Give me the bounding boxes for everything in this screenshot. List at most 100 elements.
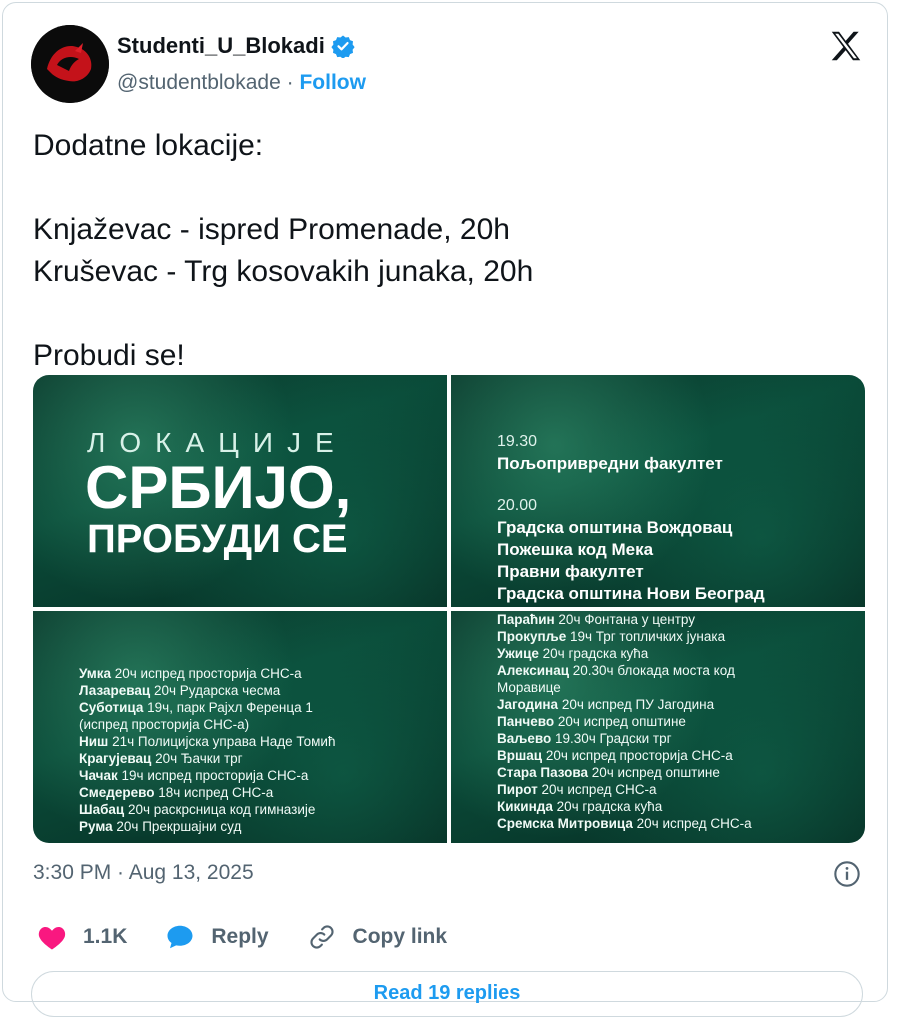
city-details: 20ч раскрсница код гимназије	[124, 802, 316, 817]
city-entry: Чачак 19ч испред просторија СНС-а	[79, 767, 335, 784]
city-details: 19ч испред просторија СНС-а	[117, 768, 309, 783]
location-block-2000: 20.00 Градска општина Вождовац Пожешка к…	[497, 495, 765, 605]
city-name: Панчево	[497, 714, 555, 729]
city-entry: (испред просторија СНС-а)	[79, 716, 335, 733]
city-details: 20ч испред СНС-а	[537, 782, 657, 797]
city-details: 20.30ч блокада моста код	[569, 663, 735, 678]
read-replies-button[interactable]: Read 19 replies	[31, 971, 863, 1017]
city-name: Јагодина	[497, 697, 559, 712]
city-details: 18ч испред СНС-а	[154, 785, 274, 800]
city-entry: Пирот 20ч испред СНС-а	[497, 781, 752, 798]
city-entry: Рума 20ч Прекршајни суд	[79, 818, 335, 835]
city-entry: Прокупље 19ч Трг топличких јунака	[497, 628, 752, 645]
city-details: 20ч Ђачки трг	[151, 751, 243, 766]
x-logo-icon[interactable]	[827, 27, 865, 65]
tweet-timestamp[interactable]: 3:30 PM · Aug 13, 2025	[33, 861, 254, 885]
poster-title-second-line: ПРОБУДИ СЕ	[87, 517, 348, 561]
city-entry: Панчево 20ч испред општине	[497, 713, 752, 730]
tweet-card: Studenti_U_Blokadi @studentblokade · Fol…	[2, 2, 888, 1017]
city-entry: Стара Пазова 20ч испред општине	[497, 764, 752, 781]
reply-label: Reply	[211, 925, 269, 948]
location-block-1930: 19.30 Пољопривредни факултет	[497, 431, 723, 475]
poster-title: СРБИЈО,	[85, 454, 352, 521]
city-entry: Алексинац 20.30ч блокада моста код	[497, 662, 752, 679]
city-entry: Вршац 20ч испред просторија СНС-а	[497, 747, 752, 764]
city-name: Вршац	[497, 748, 543, 763]
city-name: Лазаревац	[79, 683, 151, 698]
heart-icon	[38, 927, 66, 950]
handle-row: @studentblokade · Follow	[117, 71, 366, 95]
city-entry: Моравице	[497, 679, 752, 696]
city-name: Прокупље	[497, 629, 567, 644]
follow-button[interactable]: Follow	[299, 71, 366, 94]
city-details: Моравице	[497, 680, 561, 695]
author-handle[interactable]: @studentblokade	[117, 71, 281, 94]
city-name: Ужице	[497, 646, 539, 661]
city-name: Сремска Митровица	[497, 816, 633, 831]
time-label: 19.30	[497, 433, 538, 450]
action-bar: 1.1K Reply Copy link	[37, 923, 485, 951]
city-entry: Кикинда 20ч градска кућа	[497, 798, 752, 815]
city-name: Стара Пазова	[497, 765, 588, 780]
city-entry: Сремска Митровица 20ч испред СНС-а	[497, 815, 752, 832]
cities-list: Умка 20ч испред просторија СНС-а Лазарева…	[79, 665, 335, 835]
city-details: 20ч Рударска чесма	[150, 683, 281, 698]
city-name: Алексинац	[497, 663, 570, 678]
city-entry: Шабац 20ч раскрсница код гимназије	[79, 801, 335, 818]
reply-button[interactable]: Reply	[165, 923, 269, 951]
tweet-text: Dodatne lokacije: Knjaževac - ispred Pro…	[33, 129, 534, 372]
city-name: Пирот	[497, 782, 538, 797]
media-image-title[interactable]: ЛОКАЦИЈЕ СРБИЈО, ПРОБУДИ СЕ	[33, 375, 447, 607]
city-entry: Умка 20ч испред просторија СНС-а	[79, 665, 335, 682]
separator-dot: ·	[286, 71, 294, 94]
city-details: 20ч градска кућа	[552, 799, 663, 814]
city-details: 20ч градска кућа	[538, 646, 649, 661]
city-details: 20ч испред просторија СНС-а	[542, 748, 733, 763]
media-grid[interactable]: ЛОКАЦИЈЕ СРБИЈО, ПРОБУДИ СЕ 19.30 Пољопр…	[33, 375, 865, 843]
avatar-logo-icon	[31, 25, 109, 103]
city-details: 19.30ч Градски трг	[551, 731, 672, 746]
city-entry: Ужице 20ч градска кућа	[497, 645, 752, 662]
media-image-cities-list-1[interactable]: Умка 20ч испред просторија СНС-а Лазарева…	[33, 611, 447, 843]
city-entry: Ниш 21ч Полицијска управа Наде Томић	[79, 733, 335, 750]
city-entry: Смедерево 18ч испред СНС-а	[79, 784, 335, 801]
link-icon	[309, 925, 334, 949]
city-details: (испред просторија СНС-а)	[79, 717, 250, 732]
location-line: Градска општина Вождовац	[497, 518, 733, 537]
city-name: Шабац	[79, 802, 125, 817]
city-name: Рума	[79, 819, 113, 834]
city-name: Параћин	[497, 612, 555, 627]
location-line: Пољопривредни факултет	[497, 454, 723, 473]
avatar[interactable]	[31, 25, 109, 103]
city-details: 20ч Фонтана у центру	[554, 612, 696, 627]
city-entry: Крагујевац 20ч Ђачки трг	[79, 750, 335, 767]
author-name[interactable]: Studenti_U_Blokadi	[117, 33, 325, 59]
time-label: 20.00	[497, 497, 538, 514]
city-details: 20ч испред просторија СНС-а	[110, 666, 302, 681]
copy-link-button[interactable]: Copy link	[307, 923, 448, 951]
media-image-cities-list-2[interactable]: Параћин 20ч Фонтана у центру Прокупље 19ч…	[451, 611, 865, 843]
city-entry: Лазаревац 20ч Рударска чесма	[79, 682, 335, 699]
cities-list: Параћин 20ч Фонтана у центру Прокупље 19ч…	[497, 611, 752, 832]
city-details: 20ч Прекршајни суд	[112, 819, 242, 834]
copy-link-label: Copy link	[352, 925, 448, 948]
location-line: Правни факултет	[497, 562, 644, 581]
city-name: Ваљево	[497, 731, 552, 746]
city-details: 19ч, парк Рајхл Ференца 1	[143, 700, 313, 715]
speech-bubble-icon	[167, 925, 193, 949]
city-entry: Јагодина 20ч испред ПУ Јагодина	[497, 696, 752, 713]
like-count: 1.1K	[83, 925, 128, 948]
info-icon[interactable]	[833, 860, 861, 888]
location-line: Пожешка код Мека	[497, 540, 654, 559]
city-name: Кикинда	[497, 799, 553, 814]
location-line: Градска општина Нови Београд	[497, 584, 765, 603]
city-name: Умка	[79, 666, 111, 681]
city-details: 20ч испред СНС-а	[632, 816, 752, 831]
media-image-belgrade-locations[interactable]: 19.30 Пољопривредни факултет 20.00 Градс…	[451, 375, 865, 607]
like-button[interactable]: 1.1K	[37, 923, 127, 951]
city-name: Крагујевац	[79, 751, 152, 766]
city-details: 20ч испред општине	[588, 765, 720, 780]
author-name-row[interactable]: Studenti_U_Blokadi	[117, 33, 355, 59]
city-name: Чачак	[79, 768, 118, 783]
city-details: 20ч испред ПУ Јагодина	[558, 697, 715, 712]
